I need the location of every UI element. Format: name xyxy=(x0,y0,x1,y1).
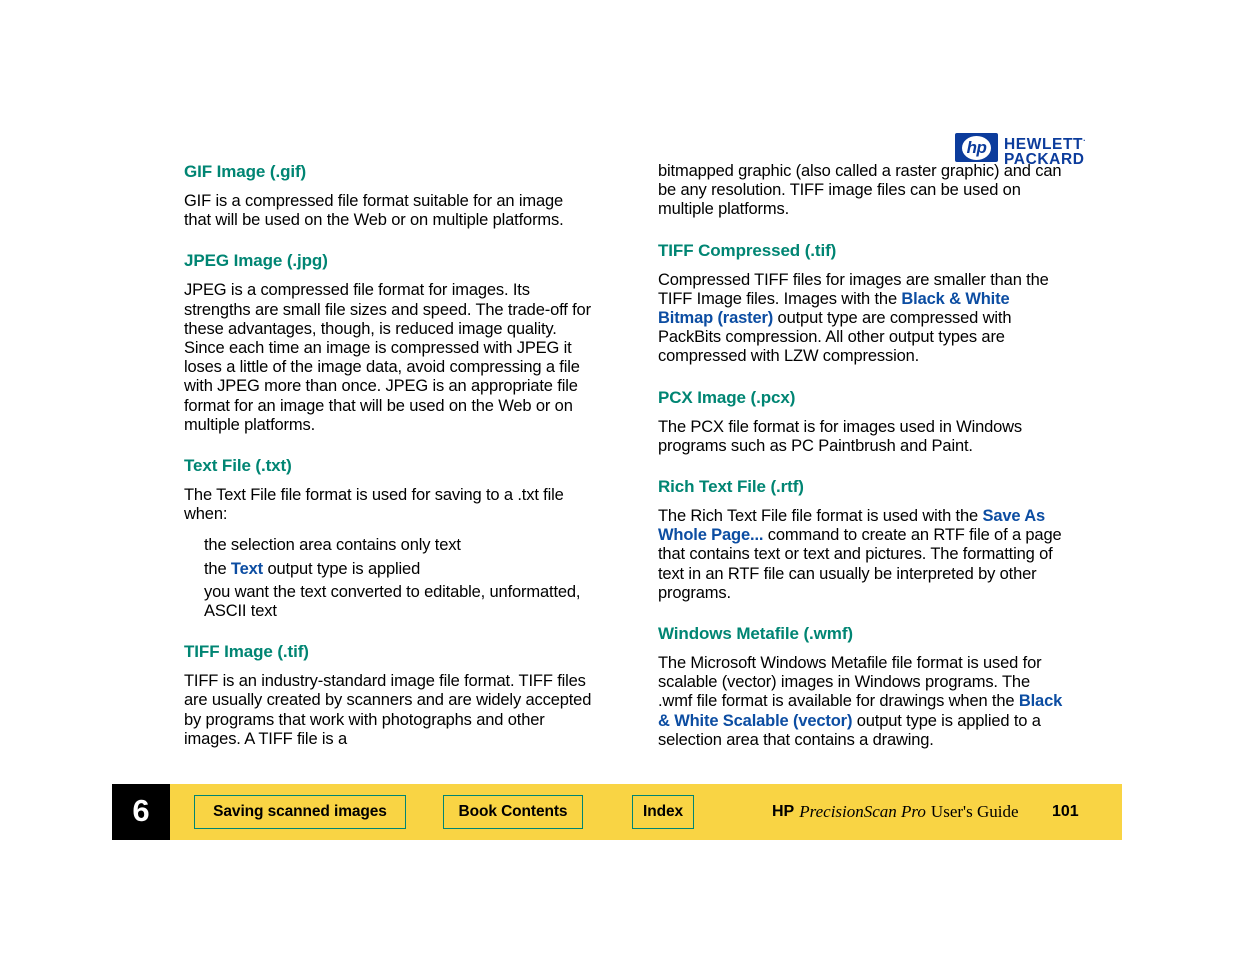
footer-product: PrecisionScan Pro xyxy=(799,802,926,821)
section-body-jpeg: JPEG is a compressed file format for ima… xyxy=(184,281,591,434)
page-number: 101 xyxy=(1052,803,1079,820)
list-item-text: you want the text converted to editable,… xyxy=(204,582,581,621)
text-file-condition-list: the selection area contains only text th… xyxy=(184,536,594,621)
book-contents-button[interactable]: Book Contents xyxy=(443,795,583,829)
section-heading-gif: GIF Image (.gif) xyxy=(184,162,307,181)
footer-brand: HP xyxy=(772,803,795,820)
section-heading-jpeg: JPEG Image (.jpg) xyxy=(184,251,328,271)
section-heading-rich-text-file: Rich Text File (.rtf) xyxy=(658,477,804,497)
link-text-output-type[interactable]: Text xyxy=(231,560,263,578)
chapter-badge: 6 xyxy=(112,784,170,840)
section-body-rich-text-file: The Rich Text File file format is used w… xyxy=(658,507,1068,603)
chapter-title-button[interactable]: Saving scanned images xyxy=(194,795,406,829)
section-heading-tiff-compressed: TIFF Compressed (.tif) xyxy=(658,240,837,260)
page-content: GIF Image (.gif) GIF is a compressed fil… xyxy=(0,0,1235,770)
list-item-text: the xyxy=(204,559,231,578)
body-text-pre: The PCX file format is for images used i… xyxy=(658,417,1023,455)
list-item-text-post: output type is applied xyxy=(263,559,421,578)
footer-guide-title: HP PrecisionScan Pro User's Guide xyxy=(772,795,1019,829)
section-heading-pcx: PCX Image (.pcx) xyxy=(658,387,796,407)
right-column: bitmapped graphic (also called a raster … xyxy=(658,162,1068,750)
section-body-gif: GIF is a compressed file format suitable… xyxy=(184,192,564,230)
list-item: the selection area contains only text xyxy=(204,536,594,555)
section-heading-windows-metafile: Windows Metafile (.wmf) xyxy=(658,624,853,644)
section-body-tiff-compressed: Compressed TIFF files for images are sma… xyxy=(658,271,1068,367)
index-button[interactable]: Index xyxy=(632,795,694,829)
body-text-pre: The Rich Text File file format is used w… xyxy=(658,507,983,526)
footer-guide-label: User's Guide xyxy=(930,802,1019,821)
section-body-pcx: The PCX file format is for images used i… xyxy=(658,418,1068,456)
section-heading-tiff-image: TIFF Image (.tif) xyxy=(184,642,309,662)
section-body-text-file: The Text File file format is used for sa… xyxy=(184,486,564,524)
left-column: GIF Image (.gif) GIF is a compressed fil… xyxy=(184,162,594,749)
list-item: the Text output type is applied xyxy=(204,560,594,579)
chapter-number: 6 xyxy=(132,793,150,828)
footer-bar: 6 Saving scanned images Book Contents In… xyxy=(112,784,1122,840)
body-text-pre: The Microsoft Windows Metafile file form… xyxy=(658,654,1042,711)
section-body-tiff-image: TIFF is an industry-standard image file … xyxy=(184,672,592,748)
list-item-text: the selection area contains only text xyxy=(204,536,461,555)
section-heading-text-file: Text File (.txt) xyxy=(184,456,292,476)
section-body-windows-metafile: The Microsoft Windows Metafile file form… xyxy=(658,654,1068,750)
list-item: you want the text converted to editable,… xyxy=(204,583,594,621)
section-body-tiff-image-continued: bitmapped graphic (also called a raster … xyxy=(658,162,1062,219)
